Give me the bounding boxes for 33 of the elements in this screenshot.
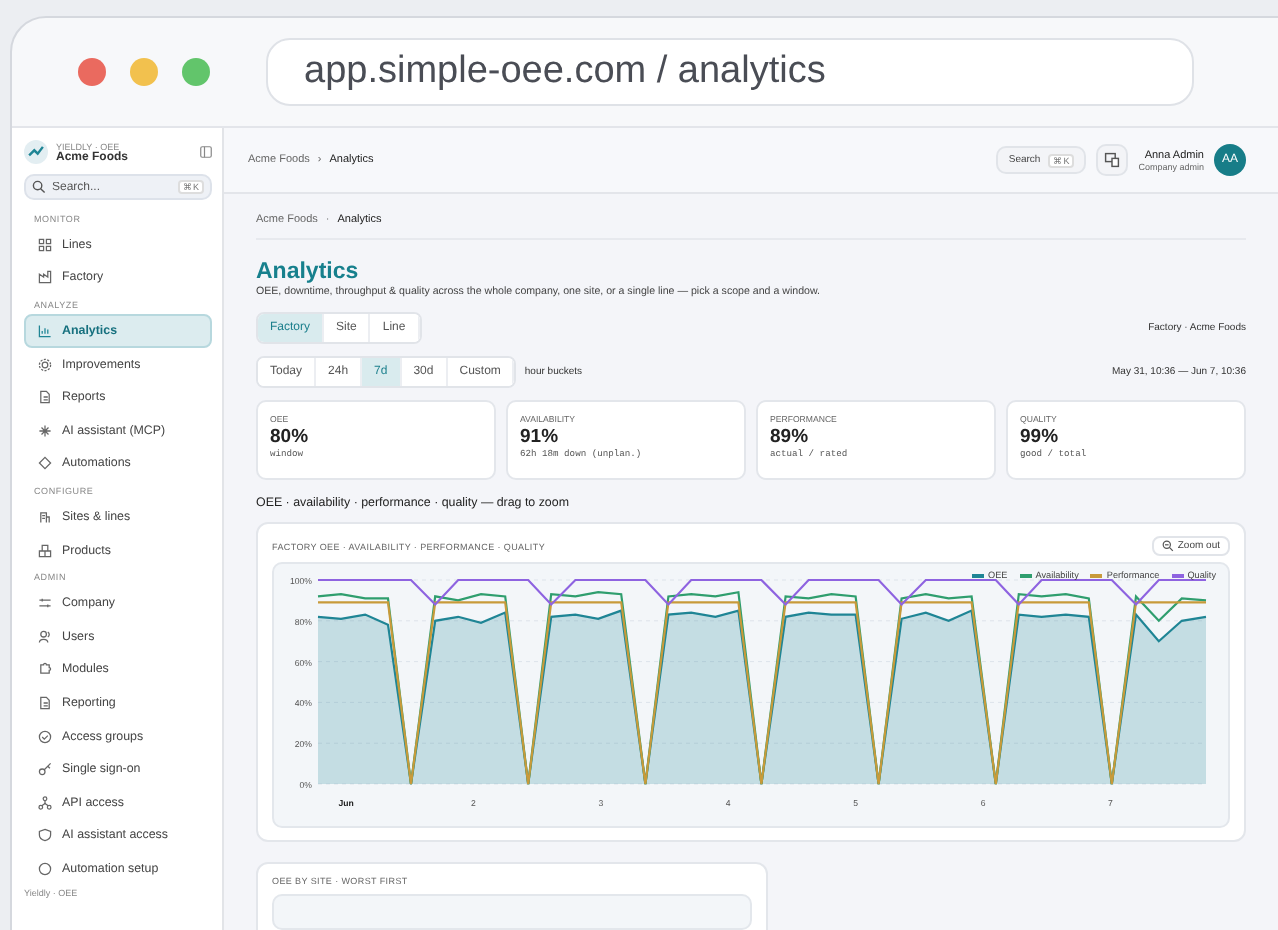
minimize-window-dot[interactable] — [130, 58, 158, 86]
address-bar[interactable]: app.simple-oee.com / analytics — [266, 38, 1194, 106]
factory-icon — [38, 270, 52, 285]
kpi-value: 80% — [270, 426, 311, 448]
sidebar-toggle-icon[interactable] — [200, 146, 212, 158]
building-icon — [38, 509, 52, 524]
boxes-icon — [38, 543, 52, 558]
key-icon — [38, 762, 52, 777]
sparkle-icon — [38, 423, 52, 438]
page-title: Analytics — [256, 260, 361, 284]
check-circle-icon — [38, 729, 52, 744]
bar-chart-icon — [38, 323, 52, 338]
maximize-window-dot[interactable] — [182, 58, 210, 86]
kpi-value: 99% — [1020, 426, 1061, 448]
devices-icon — [1104, 152, 1121, 168]
diamond-icon — [38, 456, 52, 471]
document-icon — [38, 695, 52, 710]
circle-icon — [38, 861, 52, 876]
logo-icon — [24, 140, 48, 164]
document-icon — [38, 390, 52, 405]
shield-icon — [38, 828, 52, 843]
zoom-out-icon — [1161, 540, 1174, 552]
kpi-value: 91% — [520, 426, 561, 448]
sliders-icon — [38, 596, 52, 611]
close-window-dot[interactable] — [78, 58, 106, 86]
search-icon — [32, 180, 46, 194]
grid-icon — [38, 237, 52, 252]
users-icon — [38, 629, 52, 644]
nodes-icon — [38, 795, 52, 810]
gear-icon — [38, 357, 52, 372]
puzzle-icon — [38, 662, 52, 677]
devices-button[interactable] — [1096, 144, 1129, 176]
kpi-value: 89% — [770, 426, 811, 448]
